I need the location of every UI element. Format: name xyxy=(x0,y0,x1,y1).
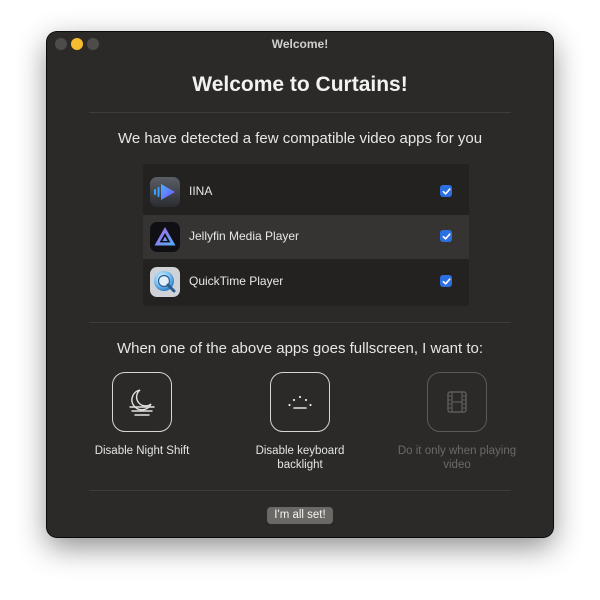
title-bar: Welcome! xyxy=(47,32,553,56)
quicktime-app-icon xyxy=(149,266,181,298)
app-row-jellyfin[interactable]: Jellyfin Media Player xyxy=(143,215,469,259)
divider xyxy=(89,112,511,113)
night-shift-toggle[interactable] xyxy=(112,372,172,432)
page-title: Welcome to Curtains! xyxy=(192,73,408,96)
divider xyxy=(89,322,511,323)
app-name: QuickTime Player xyxy=(189,274,284,288)
jellyfin-app-icon xyxy=(149,221,181,253)
keyboard-backlight-toggle[interactable] xyxy=(270,372,330,432)
jellyfin-checkbox[interactable] xyxy=(440,230,452,242)
app-name: Jellyfin Media Player xyxy=(189,229,300,243)
all-set-button[interactable]: I'm all set! xyxy=(267,507,333,524)
checkmark-icon xyxy=(442,187,451,195)
window-title: Welcome! xyxy=(271,37,329,51)
only-when-playing-toggle xyxy=(427,372,487,432)
keyboard-backlight-icon xyxy=(288,395,312,409)
divider xyxy=(89,490,511,491)
iina-app-icon xyxy=(149,176,181,208)
fullscreen-prompt: When one of the above apps goes fullscre… xyxy=(116,340,484,357)
detected-apps-text: We have detected a few compatible video … xyxy=(117,130,483,147)
checkmark-icon xyxy=(442,232,451,240)
option-label: Disable Night Shift xyxy=(94,445,190,457)
app-list: IINA Jellyfin Media Player QuickTime Pla… xyxy=(143,164,469,306)
keyboard-backlight-option[interactable]: Disable keyboard backlight xyxy=(235,372,365,472)
iina-checkbox[interactable] xyxy=(440,185,452,197)
welcome-window: Welcome! Welcome to Curtains! We have de… xyxy=(47,32,553,537)
option-label: Do it only when playing video xyxy=(397,445,517,471)
film-icon xyxy=(447,391,467,413)
only-when-playing-option: Do it only when playing video xyxy=(392,372,522,472)
quicktime-checkbox[interactable] xyxy=(440,275,452,287)
app-row-quicktime[interactable]: QuickTime Player xyxy=(143,260,469,304)
app-row-iina[interactable]: IINA xyxy=(143,170,469,214)
checkmark-icon xyxy=(442,277,451,285)
option-label: Disable keyboard backlight xyxy=(255,445,345,471)
night-shift-icon xyxy=(129,389,155,416)
app-name: IINA xyxy=(189,184,213,198)
night-shift-option[interactable]: Disable Night Shift xyxy=(77,372,207,458)
